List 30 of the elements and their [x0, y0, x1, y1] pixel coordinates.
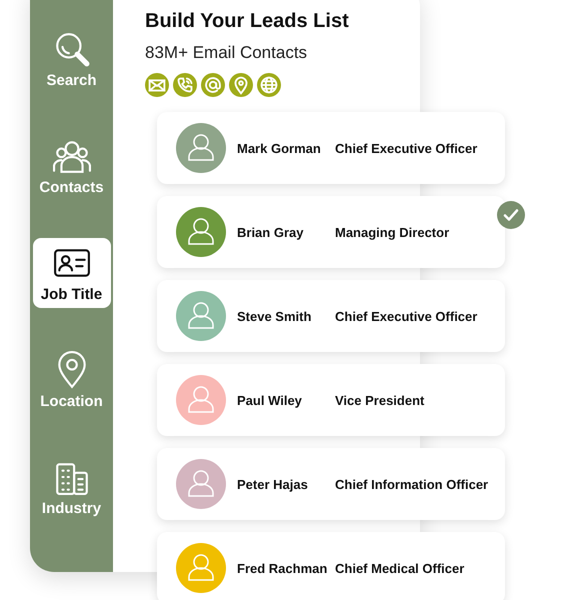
job-title: Chief Executive Officer: [335, 308, 478, 324]
job-title: Chief Executive Officer: [335, 140, 478, 156]
sidebar-item[interactable]: Search: [32, 24, 110, 94]
sidebar-item[interactable]: Contacts: [32, 131, 110, 201]
contact-card[interactable]: Peter Hajas Chief Information Officer: [157, 448, 505, 520]
contact-name: Steve Smith: [237, 308, 312, 324]
phone-icon: [173, 73, 197, 97]
job-title: Vice President: [335, 392, 424, 408]
contact-name: Brian Gray: [237, 224, 304, 240]
envelope-icon: [145, 73, 169, 97]
sidebar-item[interactable]: Job Title: [32, 238, 110, 308]
location-pin-icon: [229, 73, 253, 97]
contact-name: Peter Hajas: [237, 476, 309, 492]
job-title: Chief Medical Officer: [335, 560, 464, 576]
contact-card[interactable]: Fred Rachman Chief Medical Officer: [157, 532, 505, 600]
contact-name: Mark Gorman: [237, 140, 322, 156]
at-sign-icon: [201, 73, 225, 97]
contact-name: Paul Wiley: [237, 392, 303, 408]
contact-card[interactable]: Paul Wiley Vice President: [157, 364, 505, 436]
sidebar-item[interactable]: Location: [32, 345, 110, 415]
page-title: Build Your Leads List: [145, 10, 349, 33]
contact-name: Fred Rachman: [237, 560, 328, 576]
job-title: Chief Information Officer: [335, 476, 488, 492]
globe-icon: [257, 73, 281, 97]
job-title: Managing Director: [335, 224, 450, 240]
contact-card[interactable]: Brian Gray Managing Director: [157, 196, 505, 268]
contact-card[interactable]: Steve Smith Chief Executive Officer: [157, 280, 505, 352]
contact-card[interactable]: Mark Gorman Chief Executive Officer: [157, 112, 505, 184]
sidebar-item[interactable]: Industry: [32, 452, 110, 522]
page-subtitle: 83M+ Email Contacts: [145, 43, 308, 63]
